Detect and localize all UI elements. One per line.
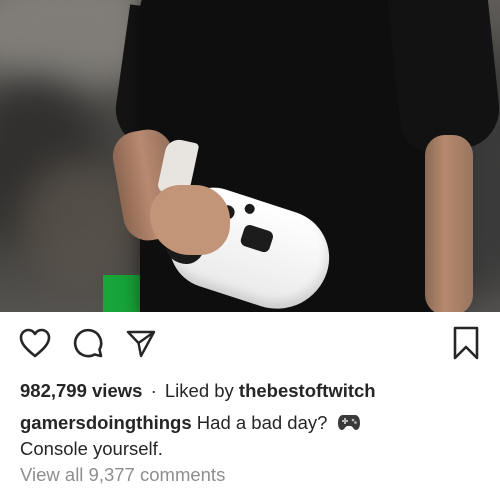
- view-all-comments-link[interactable]: View all 9,377 comments: [20, 463, 490, 487]
- separator-dot: ·: [150, 380, 157, 401]
- liked-by-label: Liked by: [164, 380, 234, 401]
- hand: [150, 185, 230, 255]
- game-controller-icon: [337, 412, 361, 437]
- action-bar: [0, 325, 500, 375]
- shirt-sleeve-right: [386, 0, 500, 155]
- heart-icon[interactable]: [17, 325, 53, 361]
- caption-text-line1: Had a bad day?: [196, 412, 328, 433]
- post-photo[interactable]: [0, 0, 500, 312]
- bookmark-icon[interactable]: [448, 325, 484, 361]
- controller-dpad: [239, 223, 275, 254]
- instagram-post: 982,799 views · Liked by thebestoftwitch…: [0, 0, 500, 500]
- controller-button: [243, 202, 256, 216]
- comment-bubble-icon[interactable]: [70, 325, 106, 361]
- author-username[interactable]: gamersdoingthings: [20, 412, 192, 433]
- engagement-stats: 982,799 views · Liked by thebestoftwitch: [20, 379, 490, 403]
- liked-by-username[interactable]: thebestoftwitch: [239, 380, 376, 401]
- caption-text-line2: Console yourself.: [20, 438, 163, 459]
- view-count[interactable]: 982,799 views: [20, 380, 142, 401]
- right-arm: [425, 135, 473, 312]
- paper-plane-icon[interactable]: [123, 325, 159, 361]
- post-caption: gamersdoingthings Had a bad day? Console…: [20, 411, 490, 460]
